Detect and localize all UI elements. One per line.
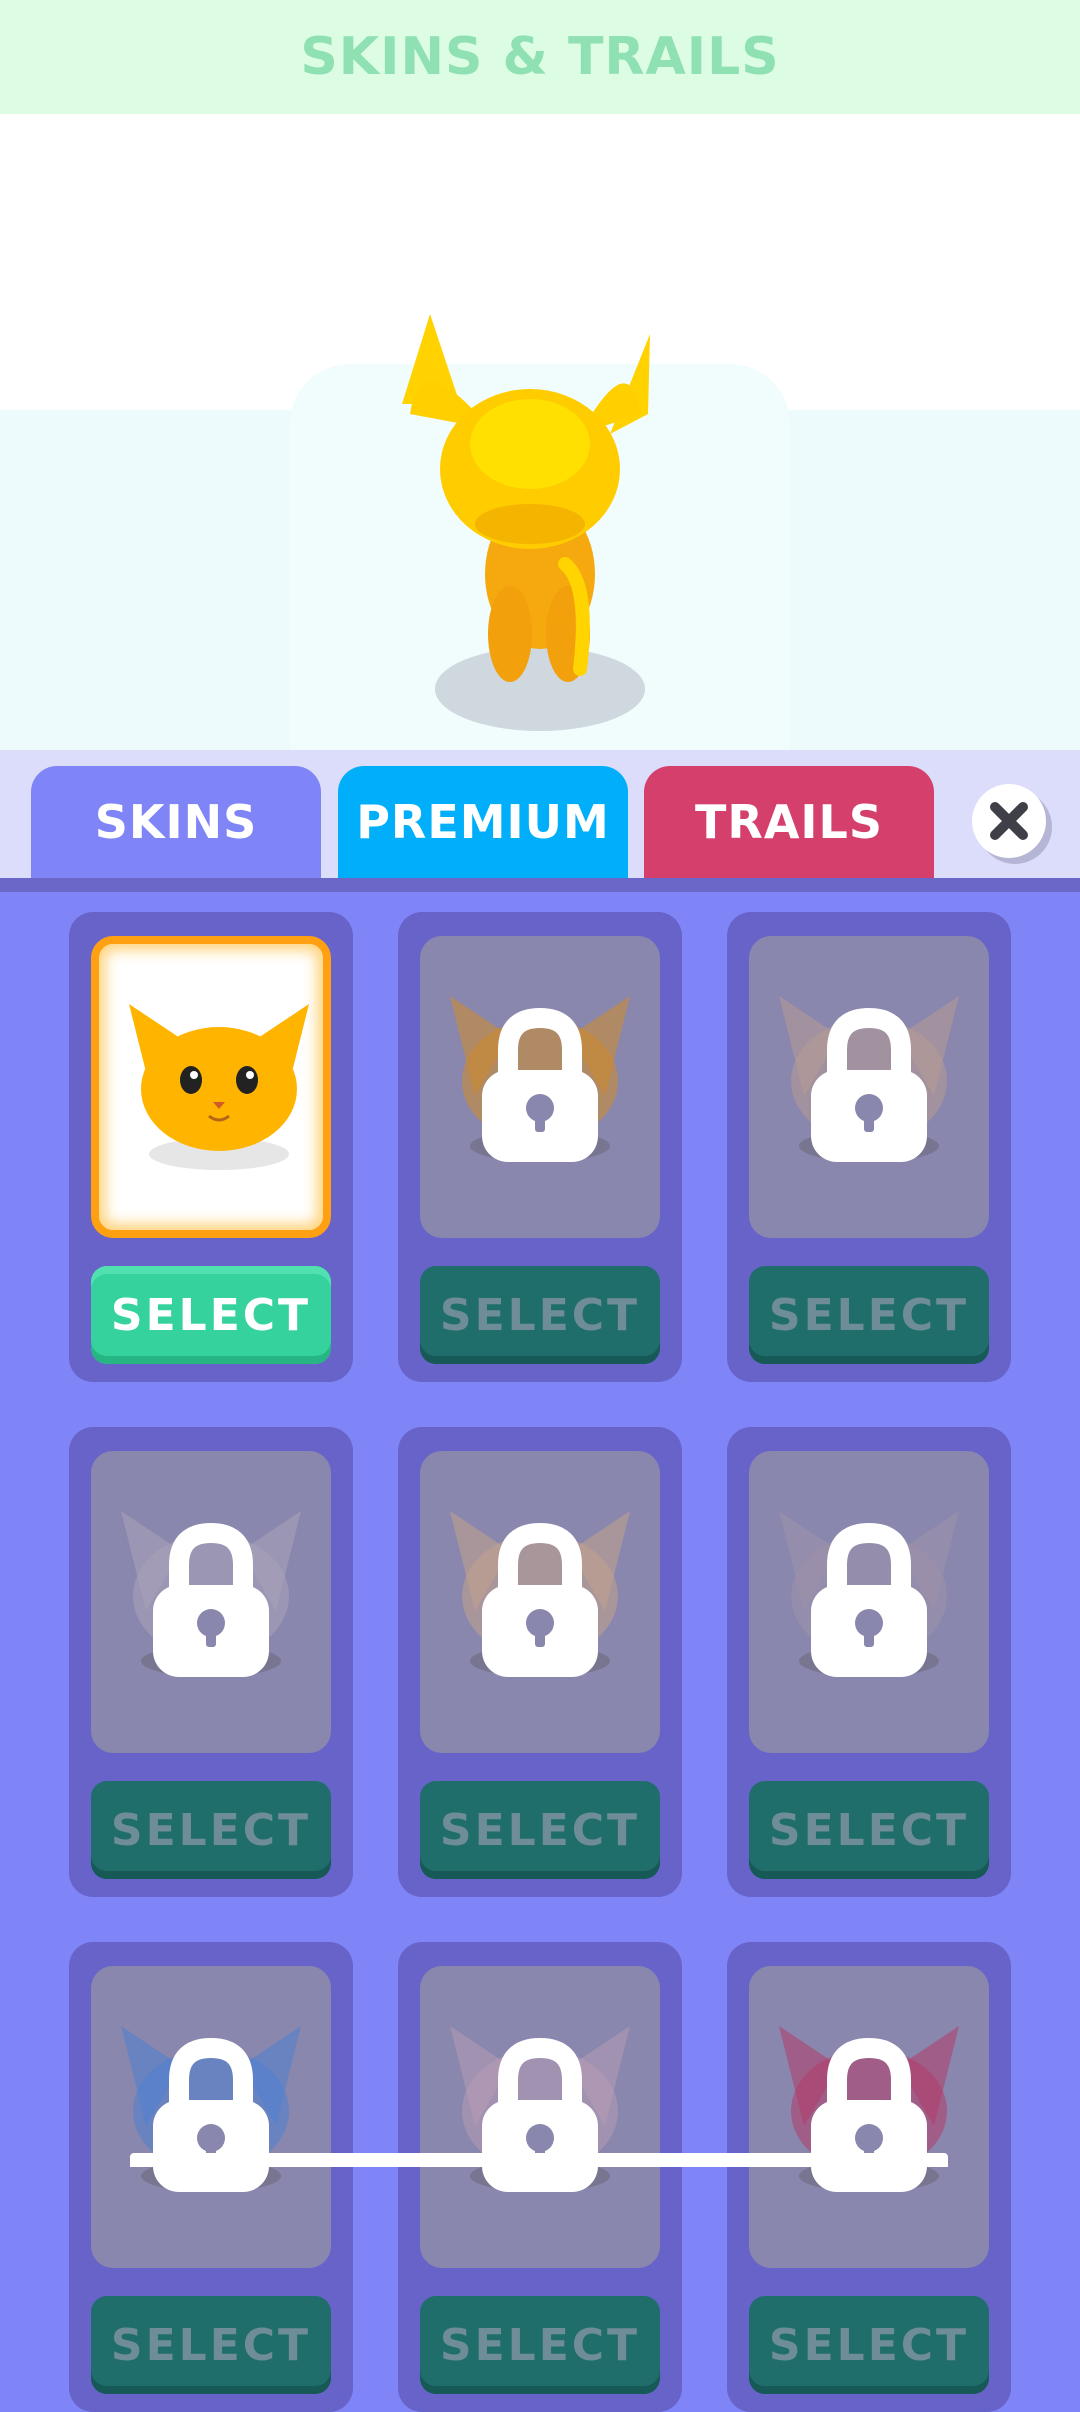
lock-icon xyxy=(482,1523,598,1677)
select-button[interactable]: SELECT xyxy=(749,2296,989,2394)
skin-card-blue-cat[interactable]: SELECT xyxy=(69,1942,353,2412)
select-button[interactable]: SELECT xyxy=(91,1266,331,1364)
tab-premium-label: PREMIUM xyxy=(356,795,610,849)
skin-grid: SELECT SELECT SELECT SELECT SELECT SELECT SELE… xyxy=(0,892,1080,2412)
skin-card-tiger-cat[interactable]: SELECT xyxy=(398,912,682,1382)
select-button[interactable]: SELECT xyxy=(91,1781,331,1879)
bottom-overlay-bar xyxy=(130,2153,948,2167)
lock-icon xyxy=(153,2038,269,2192)
select-button[interactable]: SELECT xyxy=(420,1266,660,1364)
tab-skins-label: SKINS xyxy=(94,795,258,849)
skin-card-pink-cat[interactable]: SELECT xyxy=(398,1942,682,2412)
skin-portrait[interactable] xyxy=(749,1451,989,1753)
skin-portrait[interactable] xyxy=(749,1966,989,2268)
skin-portrait[interactable] xyxy=(420,936,660,1238)
lock-icon xyxy=(811,1008,927,1162)
tab-skins[interactable]: SKINS xyxy=(31,766,321,878)
skin-card-siamese-cat[interactable]: SELECT xyxy=(727,912,1011,1382)
close-button[interactable] xyxy=(972,784,1046,858)
tab-trails-label: TRAILS xyxy=(695,795,883,849)
lock-icon xyxy=(153,1523,269,1677)
orange-cat-face-icon xyxy=(129,1004,309,1170)
lock-icon xyxy=(482,1008,598,1162)
select-button[interactable]: SELECT xyxy=(749,1266,989,1364)
skin-portrait[interactable] xyxy=(420,1451,660,1753)
header: SKINS & TRAILS xyxy=(0,0,1080,114)
tab-trails[interactable]: TRAILS xyxy=(644,766,934,878)
select-button[interactable]: SELECT xyxy=(749,1781,989,1879)
page-title: SKINS & TRAILS xyxy=(300,27,780,87)
panel-edge xyxy=(0,878,1080,892)
skin-card-red-cat[interactable]: SELECT xyxy=(727,1942,1011,2412)
lock-icon xyxy=(811,1523,927,1677)
close-icon xyxy=(990,802,1028,840)
skin-portrait[interactable] xyxy=(91,936,331,1238)
skin-card-grey-cat[interactable]: SELECT xyxy=(727,1427,1011,1897)
skin-card-orange-cat[interactable]: SELECT xyxy=(69,912,353,1382)
select-button[interactable]: SELECT xyxy=(420,2296,660,2394)
character-preview xyxy=(0,114,1080,750)
skin-portrait[interactable] xyxy=(91,1966,331,2268)
skin-portrait[interactable] xyxy=(420,1966,660,2268)
cat-character xyxy=(402,314,650,731)
lock-icon xyxy=(482,2038,598,2192)
tab-bar: SKINS PREMIUM TRAILS xyxy=(0,750,1080,878)
select-button[interactable]: SELECT xyxy=(420,1781,660,1879)
lock-icon xyxy=(811,2038,927,2192)
skin-portrait[interactable] xyxy=(91,1451,331,1753)
tab-premium[interactable]: PREMIUM xyxy=(338,766,628,878)
skin-card-calico-cat[interactable]: SELECT xyxy=(398,1427,682,1897)
skin-card-patched-cat[interactable]: SELECT xyxy=(69,1427,353,1897)
select-button[interactable]: SELECT xyxy=(91,2296,331,2394)
skin-portrait[interactable] xyxy=(749,936,989,1238)
